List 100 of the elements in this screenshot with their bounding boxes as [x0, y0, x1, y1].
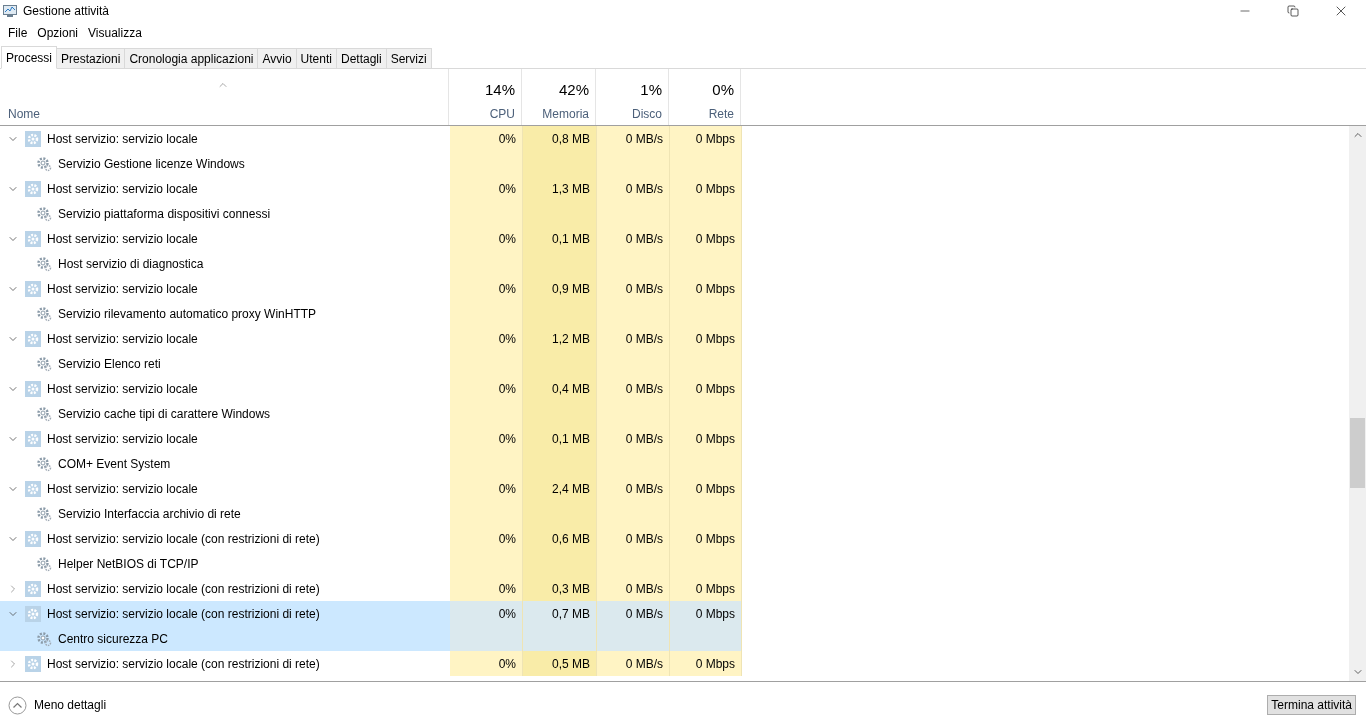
table-cell: 0 MB/s — [597, 601, 670, 626]
service-row[interactable]: Helper NetBIOS di TCP/IP — [0, 551, 1349, 576]
service-row[interactable]: Servizio Elenco reti — [0, 351, 1349, 376]
process-row[interactable]: Host servizio: servizio locale (con restrizioni di rete) 0% 0,6 MB 0 MB/s 0 Mbps — [0, 526, 1349, 551]
tab[interactable]: Avvio — [257, 48, 297, 68]
scroll-thumb[interactable] — [1350, 418, 1365, 488]
table-cell: 0 Mbps — [670, 226, 742, 251]
process-row[interactable]: Host servizio: servizio locale 0% 0,4 MB 0 MB/s 0 Mbps — [0, 376, 1349, 401]
service-row[interactable]: Servizio rilevamento automatico proxy WinHTTP — [0, 301, 1349, 326]
table-cell: 0 Mbps — [670, 476, 742, 501]
service-row[interactable]: Servizio cache tipi di carattere Windows — [0, 401, 1349, 426]
process-row[interactable]: Host servizio: servizio locale 0% 1,3 MB 0 MB/s 0 Mbps — [0, 176, 1349, 201]
service-name: Helper NetBIOS di TCP/IP — [58, 556, 199, 571]
tab[interactable]: Servizi — [385, 48, 432, 68]
table-cell: 0% — [450, 651, 523, 676]
fewer-details-button[interactable]: Meno dettagli — [8, 695, 107, 715]
column-header[interactable]: Nome — [8, 107, 40, 121]
process-name: Host servizio: servizio locale — [47, 481, 198, 496]
table-cell: 0 Mbps — [670, 601, 742, 626]
service-name: COM+ Event System — [58, 456, 171, 471]
process-row[interactable]: Host servizio: servizio locale 0% 0,1 MB 0 MB/s 0 Mbps — [0, 226, 1349, 251]
process-row[interactable]: Host servizio: servizio locale 0% 1,2 MB 0 MB/s 0 Mbps — [0, 326, 1349, 351]
table-cell: 0 MB/s — [597, 651, 670, 676]
table-cell: 0,1 MB — [523, 226, 597, 251]
menu-item[interactable]: Opzioni — [32, 26, 84, 40]
table-cell: 0 Mbps — [670, 276, 742, 301]
gear-icon — [36, 355, 52, 372]
process-name: Host servizio: servizio locale — [47, 181, 198, 196]
service-row[interactable]: Centro sicurezza PC — [0, 626, 1349, 651]
gear-icon — [36, 505, 52, 522]
gear-icon — [25, 480, 41, 497]
table-cell: 2,4 MB — [523, 476, 597, 501]
service-name: Servizio cache tipi di carattere Windows — [58, 406, 271, 421]
table-cell: 0% — [450, 476, 523, 501]
service-row[interactable]: Servizio Gestione licenze Windows — [0, 151, 1349, 176]
table-cell: 0% — [450, 126, 523, 151]
table-cell: 0% — [450, 326, 523, 351]
process-row[interactable]: Host servizio: servizio locale (con restrizioni di rete) 0% 0,5 MB 0 MB/s 0 Mbps — [0, 651, 1349, 676]
menu-item[interactable]: File — [3, 26, 33, 40]
service-name: Centro sicurezza PC — [58, 631, 169, 646]
tab[interactable]: Dettagli — [335, 48, 387, 68]
process-name: Host servizio: servizio locale — [47, 381, 198, 396]
process-row[interactable]: Host servizio: servizio locale 0% 0,9 MB 0 MB/s 0 Mbps — [0, 276, 1349, 301]
column-usage: 1% — [640, 81, 662, 98]
table-cell: 0% — [450, 601, 523, 626]
table-cell: 0,6 MB — [523, 526, 597, 551]
column-header[interactable]: CPU — [489, 107, 515, 121]
service-name: Servizio piattaforma dispositivi connessi — [58, 206, 271, 221]
table-cell: 0 Mbps — [670, 376, 742, 401]
gear-icon — [36, 630, 52, 647]
table-cell: 0 MB/s — [597, 576, 670, 601]
column-usage: 0% — [712, 81, 734, 98]
table-cell: 0,8 MB — [523, 126, 597, 151]
process-name: Host servizio: servizio locale — [47, 331, 198, 346]
process-name: Host servizio: servizio locale (con restrizioni di rete) — [47, 606, 320, 621]
column-header[interactable]: Memoria — [542, 107, 589, 121]
table-cell: 0 Mbps — [670, 326, 742, 351]
process-row[interactable]: Host servizio: servizio locale (con restrizioni di rete) 0% 0,3 MB 0 MB/s 0 Mbps — [0, 576, 1349, 601]
end-task-button[interactable]: Termina attività — [1267, 695, 1356, 715]
tab[interactable]: Utenti — [295, 48, 337, 68]
scrollbar[interactable] — [1349, 126, 1366, 681]
gear-icon — [25, 180, 41, 197]
service-name: Servizio Elenco reti — [58, 356, 161, 371]
process-name: Host servizio: servizio locale — [47, 131, 198, 146]
table-cell: 0% — [450, 176, 523, 201]
service-row[interactable]: Host servizio di diagnostica — [0, 251, 1349, 276]
table-cell: 0 MB/s — [597, 326, 670, 351]
table-cell: 0 MB/s — [597, 176, 670, 201]
table-cell: 0% — [450, 576, 523, 601]
gear-icon — [25, 330, 41, 347]
table-cell: 0,3 MB — [523, 576, 597, 601]
table-cell: 0 Mbps — [670, 576, 742, 601]
table-cell: 0 MB/s — [597, 126, 670, 151]
column-header[interactable]: Rete — [708, 107, 734, 121]
table-cell: 0 MB/s — [597, 376, 670, 401]
gear-icon — [36, 155, 52, 172]
tab[interactable]: Processi — [1, 46, 57, 69]
column-usage: 14% — [484, 81, 515, 98]
service-row[interactable]: Servizio piattaforma dispositivi connessi — [0, 201, 1349, 226]
service-name: Host servizio di diagnostica — [58, 256, 204, 271]
table-cell: 0% — [450, 376, 523, 401]
gear-icon — [25, 655, 41, 672]
service-row[interactable]: COM+ Event System — [0, 451, 1349, 476]
table-cell: 0 Mbps — [670, 176, 742, 201]
service-row[interactable]: Servizio Interfaccia archivio di rete — [0, 501, 1349, 526]
table-cell: 0 MB/s — [597, 476, 670, 501]
monitor-chart-icon — [2, 4, 18, 18]
column-header[interactable]: Disco — [632, 107, 662, 121]
process-row[interactable]: Host servizio: servizio locale (con restrizioni di rete) 0% 0,7 MB 0 MB/s 0 Mbps — [0, 601, 1349, 626]
tab[interactable]: Prestazioni — [56, 48, 126, 68]
process-row[interactable]: Host servizio: servizio locale 0% 2,4 MB 0 MB/s 0 Mbps — [0, 476, 1349, 501]
table-cell: 0 MB/s — [597, 526, 670, 551]
process-row[interactable]: Host servizio: servizio locale 0% 0,8 MB 0 MB/s 0 Mbps — [0, 126, 1349, 151]
process-row[interactable]: Host servizio: servizio locale 0% 0,1 MB 0 MB/s 0 Mbps — [0, 426, 1349, 451]
table-cell: 0,9 MB — [523, 276, 597, 301]
column-usage: 42% — [558, 81, 589, 98]
tab[interactable]: Cronologia applicazioni — [124, 48, 259, 68]
process-name: Host servizio: servizio locale (con restrizioni di rete) — [47, 531, 320, 546]
menu-item[interactable]: Visualizza — [83, 26, 147, 40]
gear-icon — [25, 530, 41, 547]
